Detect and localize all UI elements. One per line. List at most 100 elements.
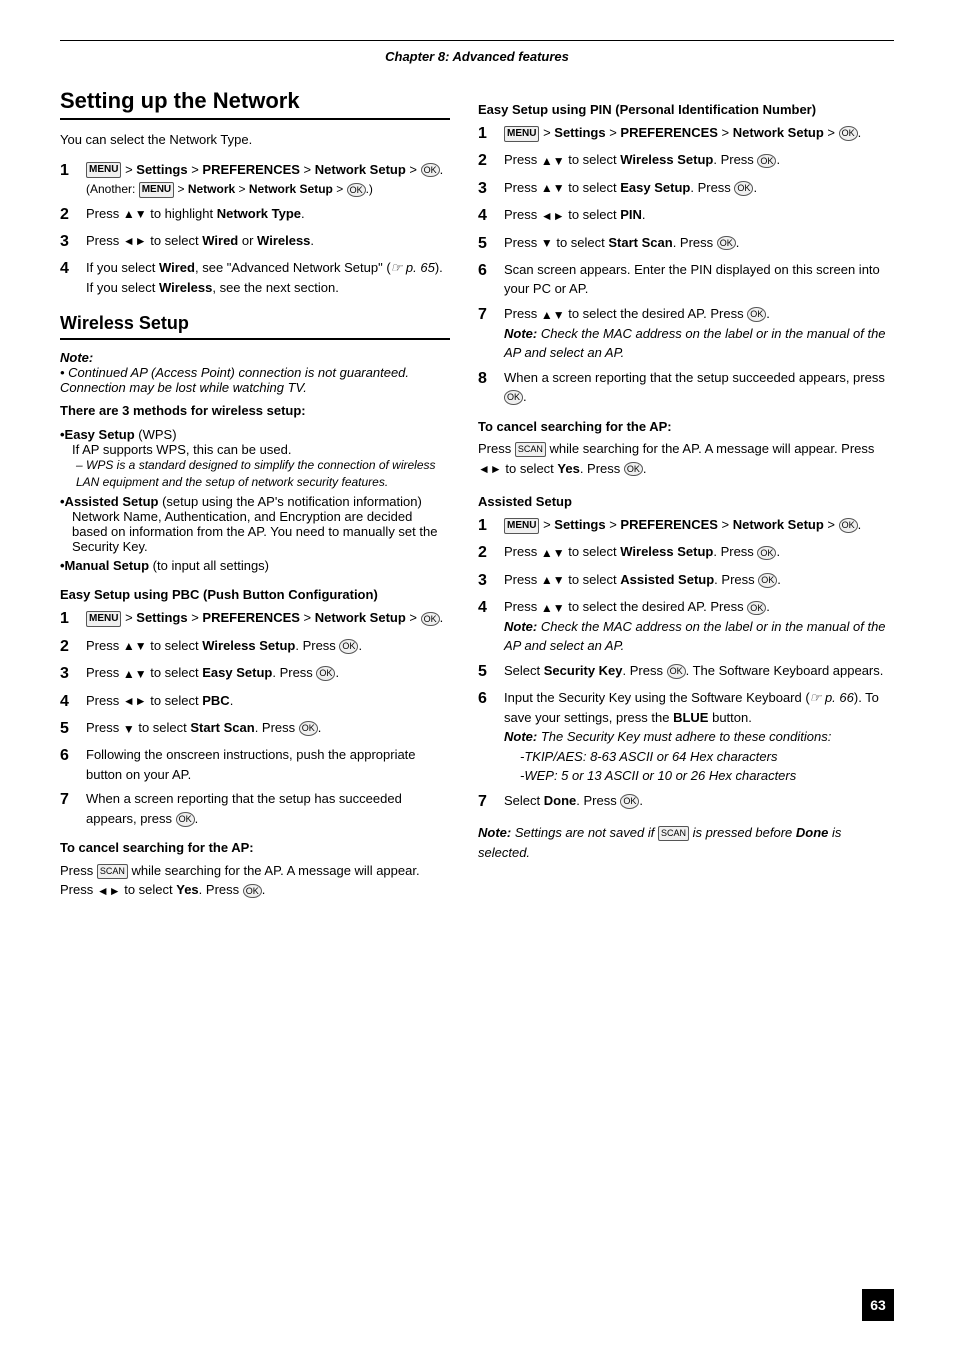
- right-column: Easy Setup using PIN (Personal Identific…: [478, 88, 894, 906]
- arrow-ud-pin2: ▲▼: [541, 152, 565, 170]
- ok-icon-as3: OK: [758, 573, 777, 588]
- assisted-step-2: 2 Press ▲▼ to select Wireless Setup. Pre…: [478, 542, 894, 564]
- ok-icon-as4: OK: [747, 601, 766, 616]
- pbc-step-7: 7 When a screen reporting that the setup…: [60, 789, 450, 828]
- scan-icon-pbc: SCAN: [97, 864, 128, 879]
- ok-icon-pbc2: OK: [339, 639, 358, 654]
- menu-icon-pin1: MENU: [504, 126, 539, 142]
- assisted-steps-list: 1 MENU > Settings > PREFERENCES > Networ…: [478, 515, 894, 813]
- pbc-step-4: 4 Press ◄► to select PBC.: [60, 691, 450, 713]
- pin-step-8: 8 When a screen reporting that the setup…: [478, 368, 894, 407]
- menu-icon-alt: MENU: [139, 182, 174, 198]
- pin-cancel-text: Press SCAN while searching for the AP. A…: [478, 439, 894, 478]
- ok-icon-pin8: OK: [504, 390, 523, 405]
- pin-step-3: 3 Press ▲▼ to select Easy Setup. Press O…: [478, 178, 894, 200]
- step-4: 4 If you select Wired, see "Advanced Net…: [60, 258, 450, 297]
- pbc-cancel-section: To cancel searching for the AP: Press SC…: [60, 838, 450, 900]
- methods-intro: There are 3 methods for wireless setup:: [60, 401, 450, 421]
- pbc-step-2: 2 Press ▲▼ to select Wireless Setup. Pre…: [60, 636, 450, 658]
- page-number: 63: [862, 1289, 894, 1321]
- arrow-lr-pbc4: ◄►: [123, 692, 147, 710]
- arrow-ud-as3: ▲▼: [541, 571, 565, 589]
- two-column-layout: Setting up the Network You can select th…: [60, 88, 894, 906]
- scan-icon-pin: SCAN: [515, 442, 546, 457]
- ok-icon-pbc3: OK: [316, 666, 335, 681]
- chapter-title: Chapter 8: Advanced features: [385, 49, 569, 64]
- ok-icon-as5: OK: [667, 664, 686, 679]
- pin-step-6: 6 Scan screen appears. Enter the PIN dis…: [478, 260, 894, 299]
- pin-cancel-title: To cancel searching for the AP:: [478, 417, 894, 437]
- method-easy: •Easy Setup (WPS) If AP supports WPS, th…: [60, 427, 450, 491]
- assisted-final-note: Note: Settings are not saved if SCAN is …: [478, 823, 894, 862]
- assisted-step-7: 7 Select Done. Press OK.: [478, 791, 894, 813]
- arrow-ud-as2: ▲▼: [541, 544, 565, 562]
- assisted-section-title: Assisted Setup: [478, 494, 894, 509]
- menu-icon-pbc1: MENU: [86, 611, 121, 627]
- arrow-lr-pin4: ◄►: [541, 207, 565, 225]
- ok-icon-pin7: OK: [747, 307, 766, 322]
- pbc-step-6: 6 Following the onscreen instructions, p…: [60, 745, 450, 784]
- arrow-ud-pin7: ▲▼: [541, 306, 565, 324]
- ok-icon-as2: OK: [757, 546, 776, 561]
- arrow-ud-pbc2: ▲▼: [123, 637, 147, 655]
- assisted-step-3: 3 Press ▲▼ to select Assisted Setup. Pre…: [478, 570, 894, 592]
- ok-icon-pbc5: OK: [299, 721, 318, 736]
- pbc-step-1: 1 MENU > Settings > PREFERENCES > Networ…: [60, 608, 450, 630]
- intro-text: You can select the Network Type.: [60, 130, 450, 150]
- ok-icon-pbc1: OK: [421, 612, 440, 627]
- arrow-d-pin5: ▼: [541, 234, 553, 252]
- method-assisted: •Assisted Setup (setup using the AP's no…: [60, 494, 450, 554]
- pbc-steps-list: 1 MENU > Settings > PREFERENCES > Networ…: [60, 608, 450, 828]
- pin-step-7: 7 Press ▲▼ to select the desired AP. Pre…: [478, 304, 894, 363]
- pbc-section-title: Easy Setup using PBC (Push Button Config…: [60, 587, 450, 602]
- arrow-ud-pbc3: ▲▼: [123, 665, 147, 683]
- main-section-title: Setting up the Network: [60, 88, 450, 120]
- ok-icon-pin-cancel: OK: [624, 462, 643, 477]
- pbc-cancel-text: Press SCAN while searching for the AP. A…: [60, 861, 450, 900]
- arrow-ud-as4: ▲▼: [541, 599, 565, 617]
- step-2: 2 Press ▲▼ to highlight Network Type.: [60, 204, 450, 226]
- ok-icon-pin1: OK: [839, 126, 858, 141]
- ok-icon-pbc-cancel: OK: [243, 884, 262, 899]
- ok-icon-as1: OK: [839, 518, 858, 533]
- arrow-d-pbc5: ▼: [123, 720, 135, 738]
- arrow-up-down-icon: ▲▼: [123, 205, 147, 223]
- left-column: Setting up the Network You can select th…: [60, 88, 450, 906]
- pin-steps-list: 1 MENU > Settings > PREFERENCES > Networ…: [478, 123, 894, 407]
- ok-icon-alt: OK: [347, 183, 366, 198]
- ok-icon: OK: [421, 163, 440, 178]
- page: Chapter 8: Advanced features Setting up …: [0, 0, 954, 1351]
- pin-step-4: 4 Press ◄► to select PIN.: [478, 205, 894, 227]
- method-manual: •Manual Setup (to input all settings): [60, 558, 450, 573]
- menu-icon: MENU: [86, 162, 121, 178]
- wireless-methods: •Easy Setup (WPS) If AP supports WPS, th…: [60, 427, 450, 574]
- step-3: 3 Press ◄► to select Wired or Wireless.: [60, 231, 450, 253]
- step-1: 1 MENU > Settings > PREFERENCES > Networ…: [60, 160, 450, 199]
- assisted-step-1: 1 MENU > Settings > PREFERENCES > Networ…: [478, 515, 894, 537]
- wireless-section-title: Wireless Setup: [60, 313, 450, 340]
- chapter-header: Chapter 8: Advanced features: [60, 40, 894, 64]
- pin-step-2: 2 Press ▲▼ to select Wireless Setup. Pre…: [478, 150, 894, 172]
- assisted-step-6: 6 Input the Security Key using the Softw…: [478, 688, 894, 786]
- menu-icon-as1: MENU: [504, 518, 539, 534]
- assisted-step-4: 4 Press ▲▼ to select the desired AP. Pre…: [478, 597, 894, 656]
- pin-section-title: Easy Setup using PIN (Personal Identific…: [478, 102, 894, 117]
- wireless-note: Note: • Continued AP (Access Point) conn…: [60, 350, 450, 395]
- pin-cancel-section: To cancel searching for the AP: Press SC…: [478, 417, 894, 479]
- assisted-step-5: 5 Select Security Key. Press OK. The Sof…: [478, 661, 894, 683]
- ok-icon-pbc7: OK: [176, 812, 195, 827]
- pbc-step-5: 5 Press ▼ to select Start Scan. Press OK…: [60, 718, 450, 740]
- pbc-step-3: 3 Press ▲▼ to select Easy Setup. Press O…: [60, 663, 450, 685]
- arrow-ud-pin3: ▲▼: [541, 179, 565, 197]
- ok-icon-pin2: OK: [757, 154, 776, 169]
- arrow-left-right-icon: ◄►: [123, 232, 147, 250]
- ok-icon-as7: OK: [620, 794, 639, 809]
- pin-step-5: 5 Press ▼ to select Start Scan. Press OK…: [478, 233, 894, 255]
- arrow-lr-pbc-cancel: ◄►: [97, 882, 121, 900]
- scan-icon-as: SCAN: [658, 826, 689, 841]
- arrow-lr-pin-cancel: ◄►: [478, 460, 502, 478]
- main-steps-list: 1 MENU > Settings > PREFERENCES > Networ…: [60, 160, 450, 298]
- ok-icon-pin3: OK: [734, 181, 753, 196]
- pin-step-1: 1 MENU > Settings > PREFERENCES > Networ…: [478, 123, 894, 145]
- ok-icon-pin5: OK: [717, 236, 736, 251]
